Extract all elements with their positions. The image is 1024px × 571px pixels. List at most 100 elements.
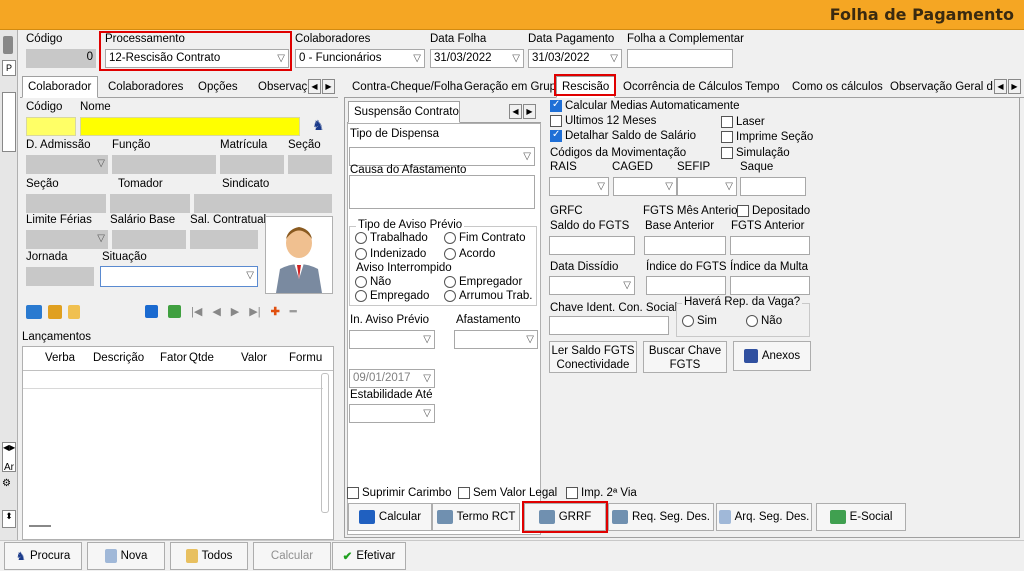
- sidebar-updown-icon[interactable]: ⬍: [2, 510, 16, 528]
- arq-seg-des-button[interactable]: Arq. Seg. Des.: [716, 503, 812, 531]
- lancamentos-grid[interactable]: Verba Descrição Fator Qtde Valor Formu: [22, 346, 334, 540]
- tab-observacoes[interactable]: Observaç: [252, 76, 308, 98]
- radio-acordo[interactable]: Acordo: [444, 248, 495, 260]
- add-row-icon[interactable]: [26, 305, 42, 319]
- buscar-chave-fgts-button[interactable]: Buscar Chave FGTS: [643, 341, 727, 373]
- data-dissidio-field[interactable]: ▽: [549, 276, 635, 295]
- checkbox-calc-medias[interactable]: Calcular Medias Automaticamente: [550, 99, 740, 112]
- binoculars-icon[interactable]: ♞: [312, 117, 325, 134]
- grid-scrollbar[interactable]: [321, 373, 329, 513]
- tab-opcoes[interactable]: Opções: [192, 76, 244, 98]
- table-row[interactable]: [23, 371, 323, 389]
- in-aviso-select[interactable]: ▽: [349, 330, 435, 349]
- tab-contra-cheque[interactable]: Contra-Cheque/Folha: [346, 76, 469, 98]
- radio-trabalhado[interactable]: Trabalhado: [355, 232, 428, 244]
- tab-geracao-grupo[interactable]: Geração em Grupo: [458, 76, 568, 98]
- tab-observacao-geral[interactable]: Observação Geral da: [884, 76, 994, 98]
- radio-fim-contrato[interactable]: Fim Contrato: [444, 232, 525, 244]
- first-icon[interactable]: |◀: [191, 305, 202, 318]
- tab-scroll-right-icon[interactable]: ▶: [322, 79, 335, 94]
- tab-scroll-left-icon[interactable]: ◀: [308, 79, 321, 94]
- checkbox-simulacao[interactable]: Simulação: [721, 147, 790, 159]
- subtab-right-icon[interactable]: ▶: [523, 104, 536, 119]
- salario-base-field[interactable]: [112, 230, 186, 249]
- prev-icon[interactable]: ◀: [212, 305, 220, 318]
- subtab-left-icon[interactable]: ◀: [509, 104, 522, 119]
- causa-afastamento-field[interactable]: [349, 175, 535, 209]
- radio-sim[interactable]: Sim: [682, 315, 717, 327]
- radio-nao-vaga[interactable]: Não: [746, 315, 782, 327]
- base-anterior-field[interactable]: [644, 236, 726, 255]
- radio-empregador[interactable]: Empregador: [444, 276, 522, 288]
- sidebar-tools-icon[interactable]: [2, 92, 16, 152]
- checkbox-imprime-secao[interactable]: Imprime Seção: [721, 131, 813, 143]
- ler-saldo-fgts-button[interactable]: Ler Saldo FGTS Conectividade: [549, 341, 637, 373]
- saldo-fgts-field[interactable]: [549, 236, 635, 255]
- tab-scroll-left-icon[interactable]: ◀: [994, 79, 1007, 94]
- radio-indenizado[interactable]: Indenizado: [355, 248, 426, 260]
- tab-tempo[interactable]: Tempo: [739, 76, 786, 98]
- tab-colaboradores[interactable]: Colaboradores: [102, 76, 189, 98]
- req-seg-des-button[interactable]: Req. Seg. Des.: [608, 503, 714, 531]
- sindicato-field[interactable]: [194, 194, 332, 213]
- afastamento-select[interactable]: ▽: [454, 330, 538, 349]
- colaborador-codigo-field[interactable]: [26, 117, 76, 136]
- c-icon[interactable]: [145, 305, 158, 318]
- checkbox-sem-valor-legal[interactable]: Sem Valor Legal: [458, 487, 557, 499]
- funcao-field[interactable]: [112, 155, 216, 174]
- chave-ident-field[interactable]: [549, 316, 669, 335]
- data-pagamento-field[interactable]: 31/03/2022 ▽: [528, 49, 622, 68]
- tab-colaborador[interactable]: Colaborador: [22, 76, 98, 98]
- checkbox-imp-2via[interactable]: Imp. 2ª Via: [566, 487, 637, 499]
- refresh-icon[interactable]: [168, 305, 181, 318]
- jornada-field[interactable]: [26, 267, 94, 286]
- sidebar-network-icon[interactable]: ⚙: [2, 478, 16, 496]
- d-admissao-field[interactable]: ▽: [26, 155, 108, 174]
- checkbox-ultimos12[interactable]: Ultimos 12 Meses: [550, 115, 656, 127]
- checkbox-laser[interactable]: Laser: [721, 116, 765, 128]
- colaboradores-select[interactable]: 0 - Funcionários ▽: [295, 49, 425, 68]
- calcular-bottom-button[interactable]: Calcular: [253, 542, 331, 570]
- radio-empregado[interactable]: Empregado: [355, 290, 429, 302]
- secao-field[interactable]: [288, 155, 332, 174]
- employee-photo[interactable]: [265, 216, 333, 294]
- estabilidade-select[interactable]: ▽: [349, 404, 435, 423]
- indice-fgts-field[interactable]: [646, 276, 726, 295]
- limite-ferias-field[interactable]: ▽: [26, 230, 108, 249]
- sefip-select[interactable]: ▽: [677, 177, 737, 196]
- data-folha-field[interactable]: 31/03/2022 ▽: [430, 49, 524, 68]
- date-field[interactable]: 09/01/2017 ▽: [349, 369, 435, 388]
- procura-button[interactable]: ♞ Procura: [4, 542, 82, 570]
- tab-suspensao-contrato[interactable]: Suspensão Contrato: [348, 101, 460, 123]
- checkbox-depositado[interactable]: Depositado: [737, 205, 810, 217]
- indice-multa-field[interactable]: [730, 276, 810, 295]
- plus-icon[interactable]: ✚: [271, 305, 280, 318]
- nova-button[interactable]: Nova: [87, 542, 165, 570]
- radio-arrumou-trab[interactable]: Arrumou Trab.: [444, 290, 533, 302]
- sal-contratual-field[interactable]: [190, 230, 258, 249]
- tab-ocorrencia-calculos[interactable]: Ocorrência de Cálculos: [617, 76, 749, 98]
- minus-icon[interactable]: ━: [290, 305, 297, 318]
- edit-icon[interactable]: [48, 305, 62, 319]
- tab-scroll-right-icon[interactable]: ▶: [1008, 79, 1021, 94]
- tomador-field[interactable]: [110, 194, 190, 213]
- colaborador-nome-field[interactable]: [80, 117, 300, 136]
- checkbox-detalhar[interactable]: Detalhar Saldo de Salário: [550, 129, 696, 142]
- matricula-field[interactable]: [220, 155, 284, 174]
- radio-nao[interactable]: Não: [355, 276, 391, 288]
- checkbox-suprimir-carimbo[interactable]: Suprimir Carimbo: [347, 487, 451, 499]
- codigo-field[interactable]: 0: [26, 49, 96, 68]
- rais-select[interactable]: ▽: [549, 177, 609, 196]
- clipboard-icon[interactable]: [68, 305, 80, 319]
- e-social-button[interactable]: E-Social: [816, 503, 906, 531]
- todos-button[interactable]: Todos: [170, 542, 248, 570]
- anexos-button[interactable]: Anexos: [733, 341, 811, 371]
- folha-complementar-field[interactable]: [627, 49, 733, 68]
- sidebar-p-icon[interactable]: P: [2, 60, 16, 76]
- calcular-button[interactable]: Calcular: [348, 503, 432, 531]
- last-icon[interactable]: ▶|: [249, 305, 260, 318]
- caged-select[interactable]: ▽: [613, 177, 677, 196]
- tab-como-calculos[interactable]: Como os cálculos: [786, 76, 889, 98]
- fgts-anterior-field[interactable]: [730, 236, 810, 255]
- situacao-select[interactable]: ▽: [100, 266, 258, 287]
